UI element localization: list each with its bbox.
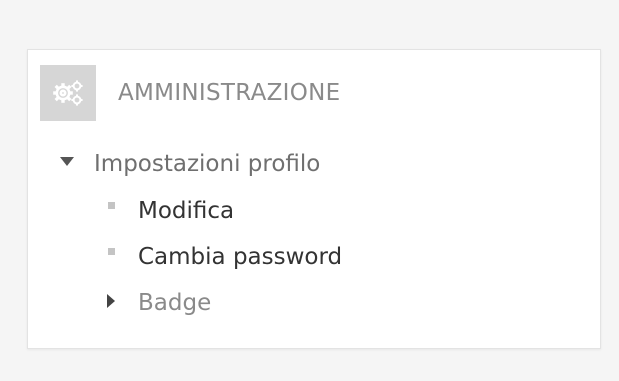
caret-down-icon[interactable]	[56, 153, 78, 175]
bullet-icon	[100, 246, 122, 268]
tree-item-badge[interactable]: Badge	[100, 290, 211, 316]
tree-item-change-password[interactable]: Cambia password	[100, 244, 342, 270]
caret-right-icon[interactable]	[100, 292, 122, 314]
tree-item-profile-settings[interactable]: Impostazioni profilo	[56, 151, 320, 177]
tree-item-label: Badge	[138, 290, 212, 316]
tree-item-label: Impostazioni profilo	[94, 151, 321, 177]
bullet-icon	[100, 200, 122, 222]
tree-item-edit[interactable]: Modifica	[100, 198, 234, 224]
edit-link[interactable]: Modifica	[138, 198, 234, 224]
administration-block: AMMINISTRAZIONE Impostazioni profilo Mod…	[27, 49, 601, 349]
change-password-link[interactable]: Cambia password	[138, 244, 342, 270]
navigation-tree: Impostazioni profilo Modifica Cambia pas…	[28, 50, 600, 348]
